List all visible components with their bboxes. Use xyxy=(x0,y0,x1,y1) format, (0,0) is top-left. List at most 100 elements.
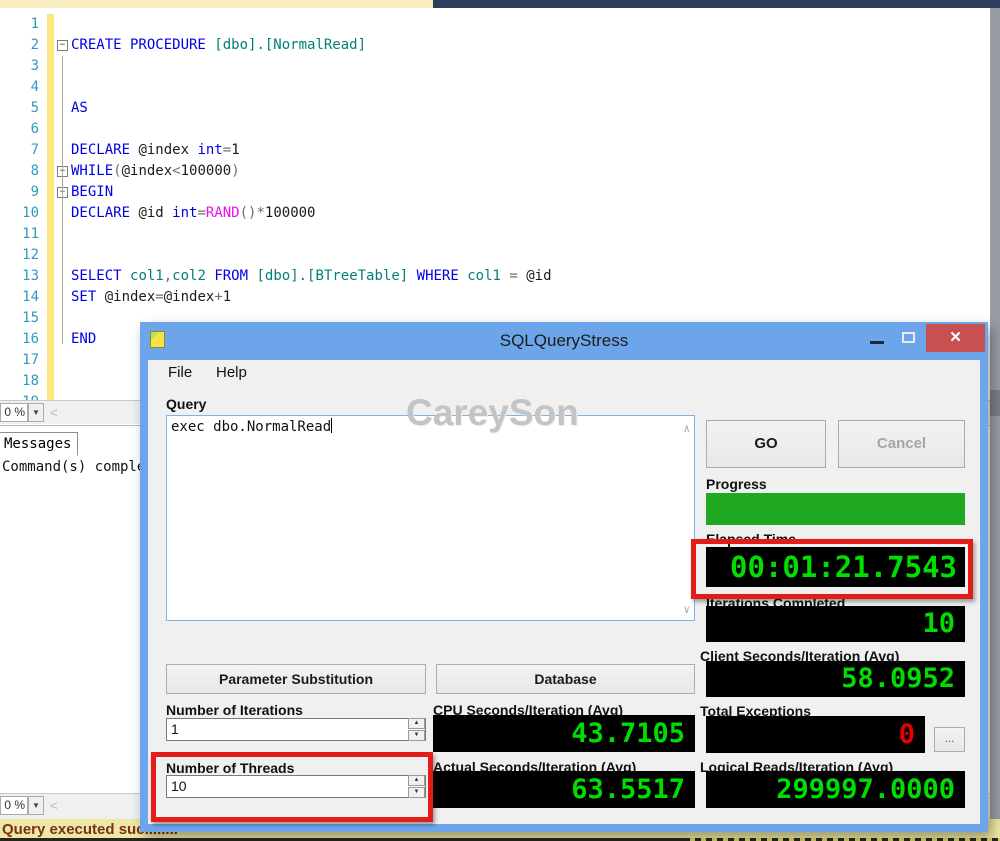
code-line[interactable]: 7DECLARE @index int=1 xyxy=(0,140,1000,161)
change-tracking-bar xyxy=(47,119,54,140)
exceptions-more-button[interactable]: ... xyxy=(934,727,965,752)
change-tracking-bar xyxy=(47,14,54,35)
document-tab-strip-left[interactable] xyxy=(0,0,433,8)
code-token: AS xyxy=(71,100,88,116)
code-line[interactable]: 8−WHILE(@index<100000) xyxy=(0,161,1000,182)
change-tracking-bar xyxy=(47,140,54,161)
code-line[interactable]: 4 xyxy=(0,77,1000,98)
code-line[interactable]: 6 xyxy=(0,119,1000,140)
change-tracking-bar xyxy=(47,98,54,119)
code-line[interactable]: 11 xyxy=(0,224,1000,245)
iterations-stepper[interactable]: 1 ▲▼ xyxy=(166,718,426,741)
scroll-down-icon[interactable]: ∨ xyxy=(683,603,690,616)
document-tab-strip-active[interactable] xyxy=(433,0,1000,8)
close-icon: ✕ xyxy=(949,329,962,346)
code-token: * xyxy=(256,205,264,221)
editor-zoom-select[interactable]: 0 % xyxy=(0,403,28,422)
change-tracking-bar xyxy=(47,266,54,287)
close-button[interactable]: ✕ xyxy=(926,324,985,352)
cancel-button[interactable]: Cancel xyxy=(838,420,965,468)
code-line[interactable]: 9−BEGIN xyxy=(0,182,1000,203)
code-token: 100000 xyxy=(181,163,232,179)
change-tracking-bar xyxy=(47,245,54,266)
menu-file[interactable]: File xyxy=(168,364,192,381)
number-of-iterations-label: Number of Iterations xyxy=(166,702,303,718)
actual-seconds-display: 63.5517 xyxy=(433,771,695,808)
code-token: FROM xyxy=(214,268,256,284)
line-number: 11 xyxy=(0,224,44,245)
database-button[interactable]: Database xyxy=(436,664,695,694)
chevron-down-icon[interactable]: ▼ xyxy=(28,403,44,422)
line-number: 10 xyxy=(0,203,44,224)
line-number: 6 xyxy=(0,119,44,140)
tab-messages[interactable]: Messages xyxy=(0,432,78,456)
change-tracking-bar xyxy=(47,161,54,182)
chevron-down-icon[interactable]: ▼ xyxy=(28,796,44,815)
logical-reads-display: 299997.0000 xyxy=(706,771,965,808)
spin-up-icon[interactable]: ▲ xyxy=(408,718,425,729)
line-number: 3 xyxy=(0,56,44,77)
code-line[interactable]: 5AS xyxy=(0,98,1000,119)
minimize-icon xyxy=(870,341,884,344)
code-token: RAND xyxy=(206,205,240,221)
menu-bar: File Help xyxy=(148,360,980,386)
code-token: ( xyxy=(113,163,121,179)
code-token: + xyxy=(214,289,222,305)
iterations-value: 1 xyxy=(171,721,179,737)
change-tracking-bar xyxy=(47,329,54,350)
go-button[interactable]: GO xyxy=(706,420,826,468)
code-line[interactable]: 12 xyxy=(0,245,1000,266)
code-token: BEGIN xyxy=(71,184,113,200)
code-token: [dbo].[NormalRead] xyxy=(214,37,366,53)
code-line[interactable]: 2−CREATE PROCEDURE [dbo].[NormalRead] xyxy=(0,35,1000,56)
code-token: = xyxy=(197,205,205,221)
menu-help[interactable]: Help xyxy=(216,364,247,381)
code-token: = xyxy=(223,142,231,158)
line-number: 15 xyxy=(0,308,44,329)
hscroll-left-arrow-icon[interactable]: < xyxy=(50,798,66,814)
code-token: WHILE xyxy=(71,163,113,179)
code-line[interactable]: 1 xyxy=(0,14,1000,35)
spin-down-icon[interactable]: ▼ xyxy=(408,730,425,741)
code-token: col2 xyxy=(172,268,214,284)
hscroll-left-arrow-icon[interactable]: < xyxy=(50,405,66,421)
code-token: @id xyxy=(138,205,172,221)
change-tracking-bar xyxy=(47,371,54,392)
collapse-region-icon[interactable]: − xyxy=(57,40,68,51)
iterations-completed-display: 10 xyxy=(706,606,965,642)
scrollbar-thumb[interactable] xyxy=(990,390,1000,416)
maximize-button[interactable] xyxy=(894,324,924,352)
scroll-up-icon[interactable]: ∧ xyxy=(683,422,690,435)
line-number: 9 xyxy=(0,182,44,203)
progress-label: Progress xyxy=(706,476,767,492)
code-token: @index xyxy=(138,142,197,158)
code-token: < xyxy=(172,163,180,179)
change-tracking-bar xyxy=(47,77,54,98)
change-tracking-bar xyxy=(47,350,54,371)
messages-output-text: Command(s) comple xyxy=(2,459,145,475)
line-number: 7 xyxy=(0,140,44,161)
code-token: ) xyxy=(231,163,239,179)
code-line[interactable]: 3 xyxy=(0,56,1000,77)
editor-vertical-scrollbar[interactable] xyxy=(990,8,1000,819)
results-zoom-select[interactable]: 0 % xyxy=(0,796,28,815)
change-tracking-bar xyxy=(47,308,54,329)
line-number: 1 xyxy=(0,14,44,35)
line-number: 14 xyxy=(0,287,44,308)
code-token: @index xyxy=(164,289,215,305)
code-token: [dbo].[BTreeTable] xyxy=(256,268,416,284)
code-token: = xyxy=(509,268,526,284)
code-line[interactable]: 10DECLARE @id int=RAND()*100000 xyxy=(0,203,1000,224)
code-line[interactable]: 13SELECT col1,col2 FROM [dbo].[BTreeTabl… xyxy=(0,266,1000,287)
code-token: , xyxy=(164,268,172,284)
parameter-substitution-button[interactable]: Parameter Substitution xyxy=(166,664,426,694)
minimize-button[interactable] xyxy=(862,324,892,352)
code-token: @index xyxy=(122,163,173,179)
query-input[interactable]: exec dbo.NormalRead ∧ ∨ xyxy=(166,415,695,621)
change-tracking-bar xyxy=(47,287,54,308)
code-line[interactable]: 14SET @index=@index+1 xyxy=(0,287,1000,308)
annotation-box-number-of-threads xyxy=(151,752,433,822)
line-number: 16 xyxy=(0,329,44,350)
line-number: 18 xyxy=(0,371,44,392)
code-token: SET xyxy=(71,289,105,305)
